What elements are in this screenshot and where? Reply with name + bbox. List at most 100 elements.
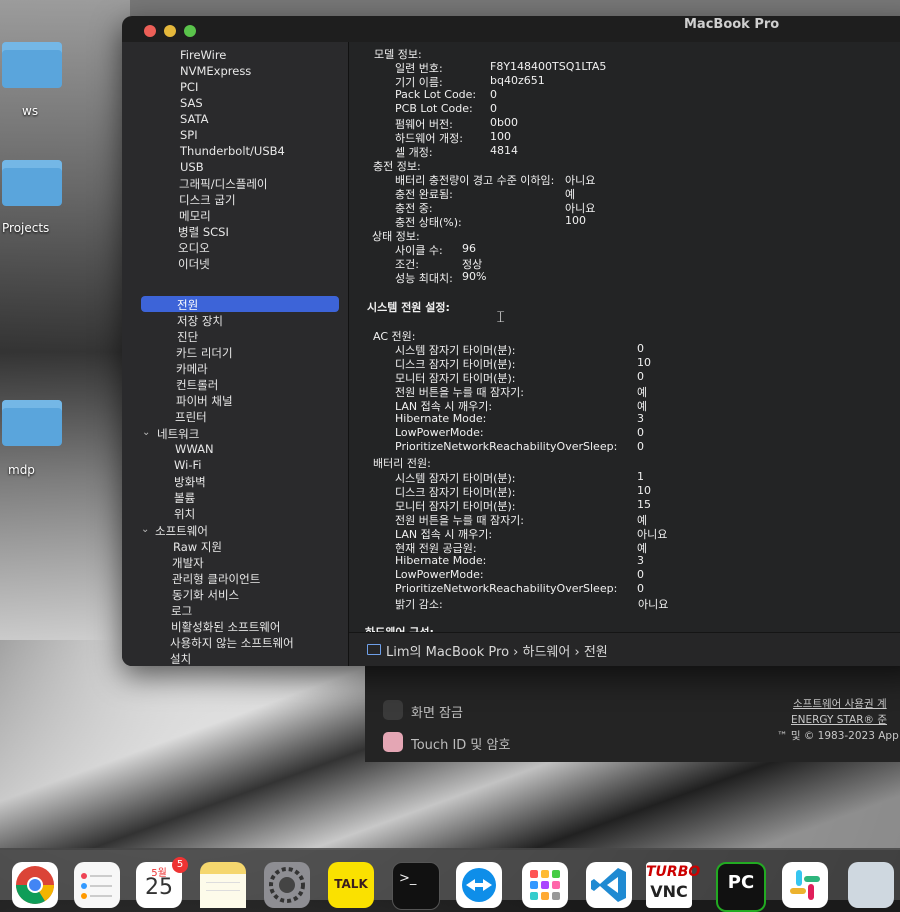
detail-value: 96 <box>462 242 476 255</box>
launchpad-icon[interactable] <box>522 862 568 908</box>
folder-label-projects[interactable]: Projects <box>2 221 49 235</box>
section-hardware-partial: 하드웨어 구성: <box>365 624 434 632</box>
folder-icon-mdp[interactable] <box>2 400 62 446</box>
sidebar-item-audio[interactable]: 오디오 <box>178 240 210 256</box>
sidebar-item-power[interactable]: 전원 <box>177 297 198 313</box>
chrome-icon[interactable] <box>12 862 58 908</box>
zoom-button[interactable] <box>184 25 196 37</box>
sidebar-item-diagnostics[interactable]: 진단 <box>177 329 198 345</box>
slack-icon[interactable] <box>782 862 828 908</box>
sidebar-item-sas[interactable]: SAS <box>180 96 203 110</box>
lock-icon <box>383 700 403 720</box>
sidebar-item-volumes[interactable]: 볼륨 <box>174 490 195 506</box>
sidebar-item-parallel-scsi[interactable]: 병렬 SCSI <box>178 224 229 240</box>
sidebar-item-pci[interactable]: PCI <box>180 80 198 94</box>
sidebar-item-developer[interactable]: 개발자 <box>172 555 204 571</box>
preview-icon[interactable] <box>848 862 894 908</box>
detail-value: 3 <box>637 554 644 567</box>
sidebar-item-thunderbolt[interactable]: Thunderbolt/USB4 <box>180 144 285 158</box>
sidebar-item-memory[interactable]: 메모리 <box>179 208 211 224</box>
laptop-icon <box>367 644 381 655</box>
sidebar-item-logs[interactable]: 로그 <box>171 603 192 619</box>
detail-key: Hibernate Mode: <box>395 554 487 567</box>
detail-key: PrioritizeNetworkReachabilityOverSleep: <box>395 582 618 595</box>
sidebar-item-locations[interactable]: 위치 <box>174 506 195 522</box>
chevron-down-icon[interactable]: ⌄ <box>141 524 149 535</box>
sidebar-item-graphics[interactable]: 그래픽/디스플레이 <box>179 176 268 192</box>
teamviewer-icon[interactable] <box>456 862 502 908</box>
sidebar-header-software[interactable]: 소프트웨어 <box>155 523 208 539</box>
sidebar-item-unused-software[interactable]: 사용하지 않는 소프트웨어 <box>170 635 294 651</box>
detail-value: 100 <box>490 130 511 143</box>
folder-icon-projects[interactable] <box>2 160 62 206</box>
sidebar-item-spi[interactable]: SPI <box>180 128 198 142</box>
section-power-settings: 시스템 전원 설정: <box>367 301 450 314</box>
sidebar-item-installations[interactable]: 설치 <box>170 651 191 666</box>
sidebar-item-wifi[interactable]: Wi-Fi <box>174 458 201 472</box>
sidebar-header-network[interactable]: 네트워크 <box>157 426 199 442</box>
sidebar-item-ethernet[interactable]: 이더넷 <box>178 256 210 272</box>
turbovnc-sub: VNC <box>650 882 688 901</box>
folder-label-mdp[interactable]: mdp <box>8 463 35 477</box>
sidebar-item-firewire[interactable]: FireWire <box>180 48 226 62</box>
detail-value: 3 <box>637 412 644 425</box>
sidebar-item-card-reader[interactable]: 카드 리더기 <box>176 345 233 361</box>
calendar-day: 25 <box>145 875 173 900</box>
detail-pane: 모델 정보: 일련 번호: F8Y148400TSQ1LTA5 기기 이름: b… <box>349 42 900 632</box>
settings-row-touch-id[interactable]: Touch ID 및 암호 <box>411 734 510 753</box>
detail-value: 0 <box>637 568 644 581</box>
sidebar-item-nvmexpress[interactable]: NVMExpress <box>180 64 251 78</box>
sidebar-item-printers[interactable]: 프린터 <box>175 409 207 425</box>
folder-icon-ws[interactable] <box>2 42 62 88</box>
path-text[interactable]: Lim의 MacBook Pro › 하드웨어 › 전원 <box>386 641 608 660</box>
minimize-button[interactable] <box>164 25 176 37</box>
detail-value: 10 <box>637 484 651 497</box>
turbovnc-label: TURBO <box>646 864 701 880</box>
sidebar-item-controller[interactable]: 컨트롤러 <box>176 377 218 393</box>
sidebar-item-disabled-software[interactable]: 비활성화된 소프트웨어 <box>171 619 280 635</box>
chevron-down-icon[interactable]: ⌄ <box>142 427 150 438</box>
sidebar-item-fibre-channel[interactable]: 파이버 채널 <box>176 393 233 409</box>
turbovnc-icon[interactable]: TURBO VNC <box>646 862 701 908</box>
sidebar-item-firewall[interactable]: 방화벽 <box>174 474 206 490</box>
notes-icon[interactable] <box>200 862 246 908</box>
sidebar-item-wwan[interactable]: WWAN <box>175 442 214 456</box>
sidebar-item-camera[interactable]: 카메라 <box>176 361 208 377</box>
detail-key: PrioritizeNetworkReachabilityOverSleep: <box>395 440 618 453</box>
folder-label-ws[interactable]: ws <box>22 104 38 118</box>
pycharm-label: PC <box>727 872 755 893</box>
detail-value: 90% <box>462 270 487 283</box>
fingerprint-icon <box>383 732 403 752</box>
detail-value: 아니요 <box>638 598 669 611</box>
sidebar-item-sata[interactable]: SATA <box>180 112 209 126</box>
sidebar-item-raw[interactable]: Raw 지원 <box>173 539 222 555</box>
section-battery-power: 배터리 전원: <box>373 457 431 470</box>
sidebar-item-usb[interactable]: USB <box>180 160 204 174</box>
pycharm-icon[interactable]: PC <box>716 862 766 912</box>
text-cursor-icon: 𝙸 <box>495 307 507 326</box>
system-settings-icon[interactable] <box>264 862 310 908</box>
detail-value: bq40z651 <box>490 74 545 87</box>
vscode-icon[interactable] <box>586 862 632 908</box>
detail-key: 밝기 감소: <box>395 598 443 611</box>
system-information-window: MacBook Pro FireWire NVMExpress PCI SAS … <box>122 16 900 666</box>
energy-star-link[interactable]: ENERGY STAR® 준 <box>791 712 887 727</box>
detail-key: 성능 최대치: <box>395 272 453 285</box>
detail-value: 0 <box>637 342 644 355</box>
sidebar-item-storage[interactable]: 저장 장치 <box>177 313 223 329</box>
detail-key: Pack Lot Code: <box>395 88 477 101</box>
background-window-strip <box>130 0 900 16</box>
sidebar-item-disc-burning[interactable]: 디스크 굽기 <box>179 192 236 208</box>
close-button[interactable] <box>144 25 156 37</box>
settings-row-screen-lock[interactable]: 화면 잠금 <box>411 702 463 721</box>
detail-value: 1 <box>637 470 644 483</box>
reminders-icon[interactable] <box>74 862 120 908</box>
calendar-badge: 5 <box>172 857 188 873</box>
detail-value: 0 <box>637 582 644 595</box>
kakaotalk-icon[interactable]: TALK <box>328 862 374 908</box>
detail-key: Hibernate Mode: <box>395 412 487 425</box>
license-link[interactable]: 소프트웨어 사용권 계 <box>793 696 887 711</box>
terminal-icon[interactable]: >_ <box>392 862 440 910</box>
sidebar-item-sync-services[interactable]: 동기화 서비스 <box>172 587 239 603</box>
sidebar-item-managed-client[interactable]: 관리형 클라이언트 <box>172 571 260 587</box>
